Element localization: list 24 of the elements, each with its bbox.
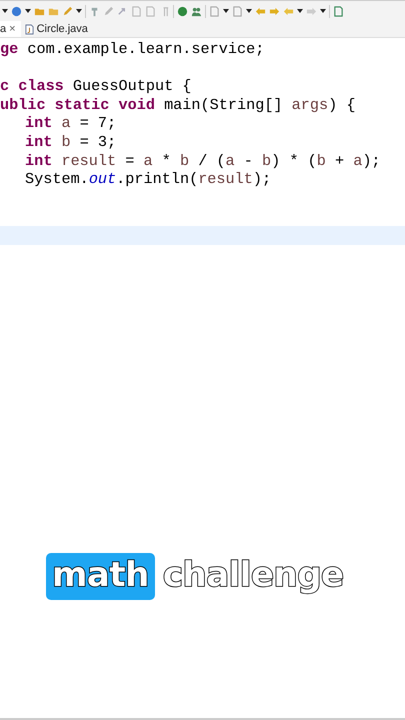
page-icon[interactable] [131,6,142,16]
caret-icon[interactable] [25,9,31,13]
code-line: int b = 3; [25,132,116,151]
close-icon[interactable]: × [9,23,16,35]
caret-icon[interactable] [223,9,229,13]
file-tab[interactable]: a × [0,21,21,37]
file-tab[interactable]: Circle.java [20,21,93,37]
caret-icon[interactable] [297,9,303,13]
caption-highlight: math [46,553,155,600]
pencil-icon[interactable] [103,6,114,16]
people-icon[interactable] [191,6,202,16]
code-line: c class GuessOutput { [0,77,192,96]
code-line: int result = a * b / (a - b) * (b + a); [25,152,381,170]
page-icon[interactable] [145,6,156,16]
java-file-icon [24,24,34,34]
arrow-icon[interactable] [117,6,128,16]
caret-icon[interactable] [2,9,8,13]
caption-text: challenge [162,554,345,597]
code-line: ublic static void main(String[] args) { [0,96,356,114]
caret-icon[interactable] [246,9,252,13]
code-line: ge com.example.learn.service; [0,40,264,58]
forward-arrow-icon[interactable] [269,6,280,16]
code-line: int a = 7; [25,114,116,132]
code-line: System.out.println(result); [25,170,272,188]
